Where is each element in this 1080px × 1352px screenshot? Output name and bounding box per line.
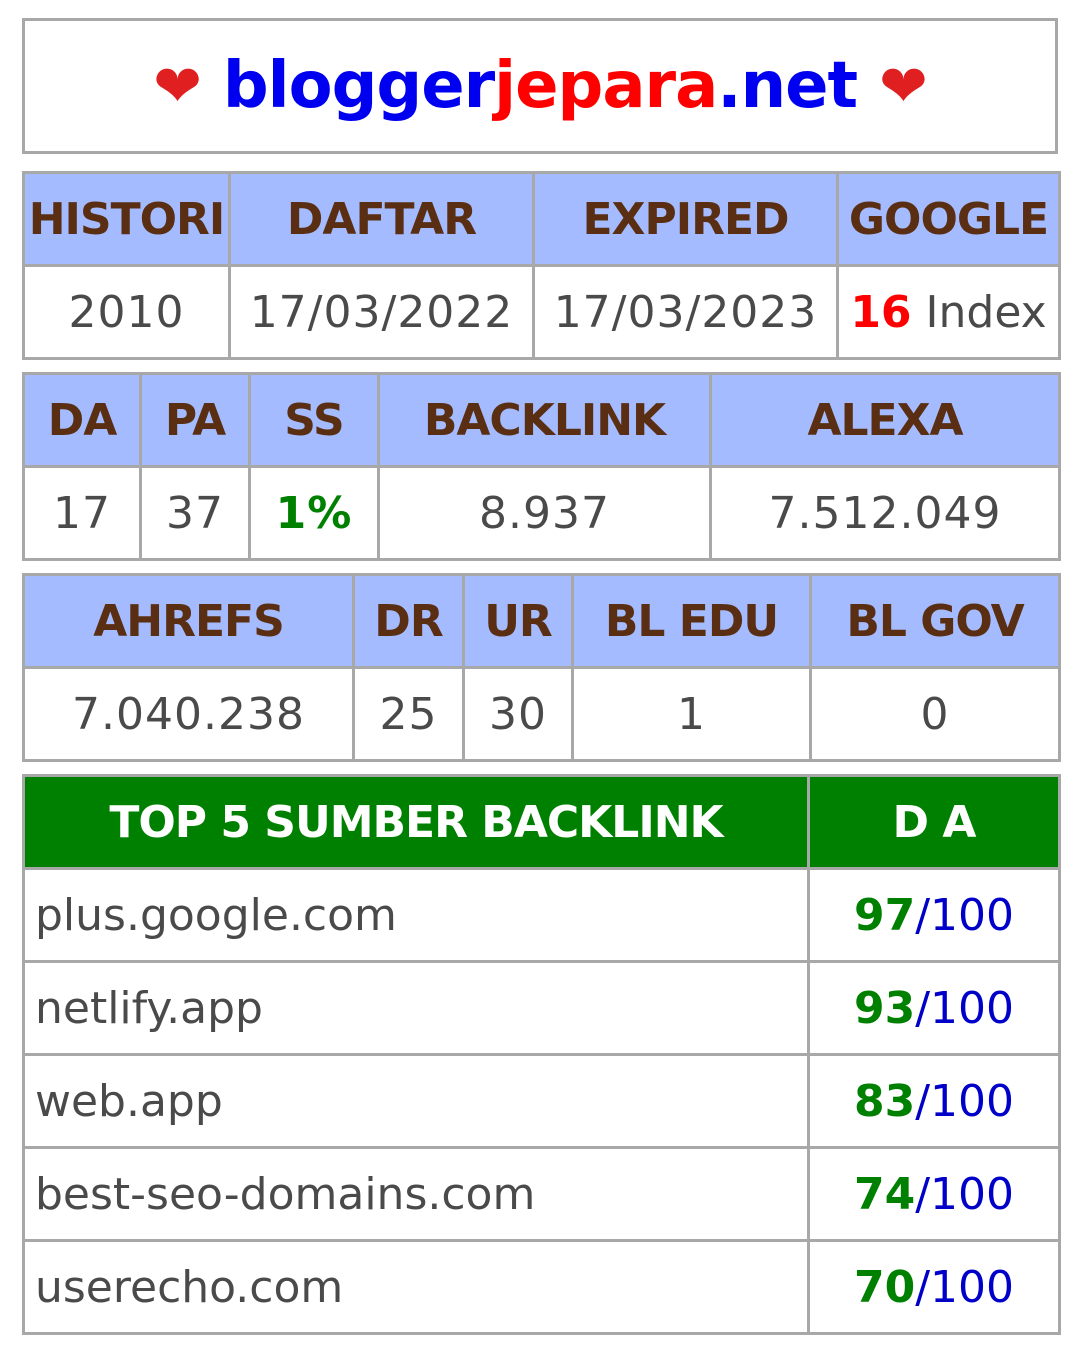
value-backlink: 8.937 [377,465,712,561]
backlink-site: netlify.app [22,960,810,1056]
value-ss: 1% [248,465,380,561]
table-row: netlify.app 93/100 [22,960,1061,1056]
header-histori: HISTORI [22,171,231,267]
table-row: web.app 83/100 [22,1053,1061,1149]
header-da: DA [22,372,142,468]
value-alexa: 7.512.049 [709,465,1061,561]
backlink-site: web.app [22,1053,810,1149]
header-google: GOOGLE [836,171,1061,267]
header-bl-gov: BL GOV [809,573,1061,669]
backlink-site: plus.google.com [22,867,810,963]
value-da: 17 [22,465,142,561]
backlink-da: 83/100 [807,1053,1061,1149]
value-histori: 2010 [22,264,231,360]
backlink-da: 93/100 [807,960,1061,1056]
heart-icon-left: ❤ [153,52,202,120]
top-backlinks-table: TOP 5 SUMBER BACKLINK D A plus.google.co… [22,774,1061,1335]
header-ss: SS [248,372,380,468]
header-dr: DR [352,573,465,669]
backlink-da: 97/100 [807,867,1061,963]
backlink-site: userecho.com [22,1239,810,1335]
backlink-da: 70/100 [807,1239,1061,1335]
backlink-da: 74/100 [807,1146,1061,1242]
brand-name[interactable]: bloggerjepara.net [223,49,858,123]
header-expired: EXPIRED [532,171,839,267]
value-daftar: 17/03/2022 [228,264,535,360]
header-top5-backlink: TOP 5 SUMBER BACKLINK [22,774,810,870]
value-ahrefs: 7.040.238 [22,666,355,762]
ahrefs-table: AHREFS DR UR BL EDU BL GOV 7.040.238 25 … [22,573,1061,762]
value-ur: 30 [462,666,574,762]
header-ur: UR [462,573,574,669]
header-da-score: D A [807,774,1061,870]
domain-history-table: HISTORI DAFTAR EXPIRED GOOGLE 2010 17/03… [22,171,1061,360]
table-row: best-seo-domains.com 74/100 [22,1146,1061,1242]
table-row: userecho.com 70/100 [22,1239,1061,1335]
site-title-box: ❤ bloggerjepara.net ❤ [22,18,1058,154]
table-row: plus.google.com 97/100 [22,867,1061,963]
site-title: ❤ bloggerjepara.net ❤ [153,49,927,123]
header-daftar: DAFTAR [228,171,535,267]
heart-icon-right: ❤ [879,52,928,120]
header-pa: PA [139,372,251,468]
value-expired: 17/03/2023 [532,264,839,360]
value-google: 16 Index [836,264,1061,360]
value-dr: 25 [352,666,465,762]
value-pa: 37 [139,465,251,561]
header-alexa: ALEXA [709,372,1061,468]
value-bl-edu: 1 [571,666,812,762]
header-backlink: BACKLINK [377,372,712,468]
value-bl-gov: 0 [809,666,1061,762]
authority-table: DA PA SS BACKLINK ALEXA 17 37 1% 8.937 7… [22,372,1061,561]
backlink-site: best-seo-domains.com [22,1146,810,1242]
header-bl-edu: BL EDU [571,573,812,669]
header-ahrefs: AHREFS [22,573,355,669]
